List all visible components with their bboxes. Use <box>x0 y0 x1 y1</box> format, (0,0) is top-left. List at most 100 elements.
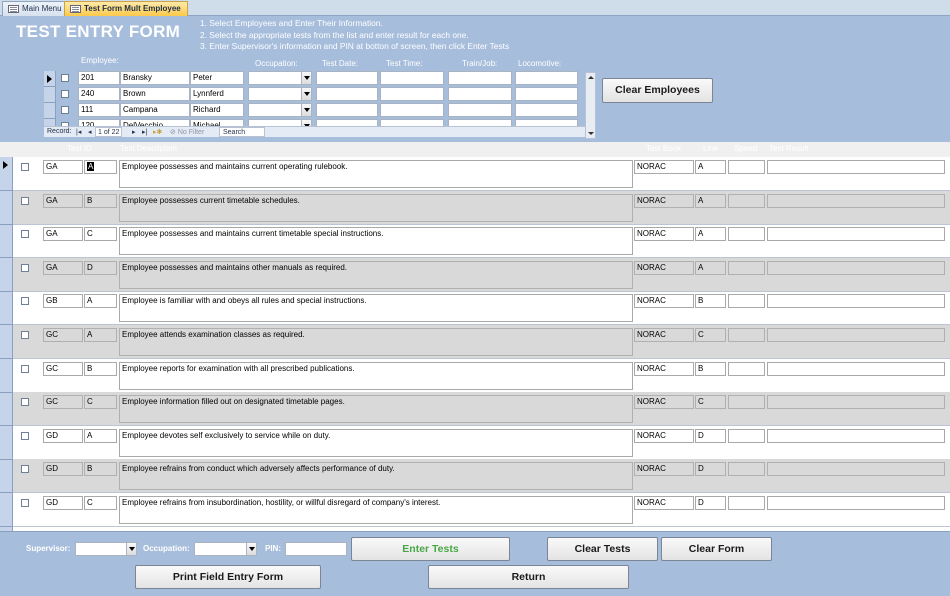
test-subid-field[interactable]: B <box>84 462 117 477</box>
line-field[interactable]: A <box>695 227 726 242</box>
test-description-field[interactable]: Employee information filled out on desig… <box>119 395 633 424</box>
test-id-field[interactable]: GB <box>43 294 83 309</box>
test-select-checkbox[interactable] <box>21 364 29 373</box>
scroll-up-arrow-icon[interactable] <box>586 73 595 82</box>
speed-field[interactable] <box>728 227 765 242</box>
speed-field[interactable] <box>728 361 765 376</box>
record-selector[interactable] <box>44 71 56 87</box>
employee-list-scrollbar[interactable] <box>585 72 596 139</box>
chevron-down-icon[interactable] <box>301 72 311 84</box>
test-select-checkbox[interactable] <box>21 263 29 272</box>
line-field[interactable]: B <box>695 361 726 376</box>
test-id-field[interactable]: GC <box>43 395 83 410</box>
test-subid-field[interactable]: A <box>84 328 117 342</box>
tab-test-form-mult-employee[interactable]: Test Form Mult Employee <box>64 1 188 16</box>
search-input[interactable]: Search <box>219 127 265 137</box>
test-result-field[interactable] <box>767 227 945 242</box>
chevron-down-icon[interactable] <box>126 543 136 555</box>
test-row[interactable]: GD B Employee refrains from conduct which … <box>0 459 950 494</box>
test-description-field[interactable]: Employee possesses and maintains current… <box>119 227 633 256</box>
locomotive-field[interactable] <box>515 87 578 101</box>
test-id-field[interactable]: GD <box>43 462 83 477</box>
record-selector[interactable] <box>44 103 56 119</box>
test-row[interactable]: GC C Employee information filled out on de… <box>0 392 950 427</box>
record-position-field[interactable]: 1 of 22 <box>95 127 123 137</box>
speed-field[interactable] <box>728 428 765 443</box>
chevron-down-icon[interactable] <box>246 543 256 555</box>
test-result-field[interactable] <box>767 496 945 510</box>
test-description-field[interactable]: Employee devotes self exclusively to ser… <box>119 428 633 457</box>
test-row[interactable]: GA B Employee possesses current timetable … <box>0 190 950 225</box>
test-description-field[interactable]: Employee refrains from insubordination, … <box>119 496 633 524</box>
test-row[interactable]: GD A Employee devotes self exclusively to … <box>0 426 950 460</box>
scroll-down-arrow-icon[interactable] <box>586 129 595 138</box>
test-date-field[interactable] <box>316 71 378 85</box>
first-record-icon[interactable]: |◂ <box>76 128 81 136</box>
new-record-icon[interactable]: ▸✱ <box>153 128 162 136</box>
test-result-field[interactable] <box>767 361 945 376</box>
test-subid-field[interactable]: C <box>84 395 117 410</box>
test-subid-field[interactable]: B <box>84 193 117 208</box>
employee-last-name-field[interactable]: Campana <box>120 103 190 117</box>
test-select-checkbox[interactable] <box>21 297 29 306</box>
employee-row[interactable]: 201 Bransky Peter <box>44 71 585 87</box>
locomotive-field[interactable] <box>515 103 578 117</box>
test-result-field[interactable] <box>767 428 945 443</box>
line-field[interactable]: D <box>695 462 726 477</box>
test-time-field[interactable] <box>380 71 444 85</box>
line-field[interactable]: C <box>695 328 726 342</box>
test-book-field[interactable]: NORAC <box>634 328 694 342</box>
line-field[interactable]: A <box>695 160 726 174</box>
test-book-field[interactable]: NORAC <box>634 193 694 208</box>
test-select-checkbox[interactable] <box>21 230 29 239</box>
chevron-down-icon[interactable] <box>301 104 311 116</box>
test-book-field[interactable]: NORAC <box>634 227 694 242</box>
test-id-field[interactable]: GC <box>43 328 83 342</box>
test-result-field[interactable] <box>767 328 945 342</box>
occupation-combo[interactable] <box>248 71 312 85</box>
line-field[interactable]: D <box>695 428 726 443</box>
employee-select-checkbox[interactable] <box>61 74 69 82</box>
speed-field[interactable] <box>728 328 765 342</box>
previous-record-icon[interactable]: ◂ <box>88 128 92 136</box>
supervisor-combo[interactable] <box>75 542 137 556</box>
test-row[interactable]: GA A Employee possesses and maintains curr… <box>0 157 950 191</box>
test-description-field[interactable]: Employee possesses current timetable sch… <box>119 193 633 222</box>
test-time-field[interactable] <box>380 103 444 117</box>
line-field[interactable]: C <box>695 395 726 410</box>
employee-id-field[interactable]: 111 <box>78 103 120 117</box>
test-select-checkbox[interactable] <box>21 465 29 474</box>
test-id-field[interactable]: GA <box>43 260 83 275</box>
next-record-icon[interactable]: ▸ <box>132 128 136 136</box>
test-book-field[interactable]: NORAC <box>634 294 694 309</box>
occupation-combo[interactable] <box>248 87 312 101</box>
test-subid-field[interactable]: A <box>84 428 117 443</box>
employee-id-field[interactable]: 240 <box>78 87 120 101</box>
test-time-field[interactable] <box>380 87 444 101</box>
employee-first-name-field[interactable]: Lynnferd <box>190 87 244 101</box>
employee-id-field[interactable]: 201 <box>78 71 120 85</box>
test-select-checkbox[interactable] <box>21 163 29 171</box>
test-result-field[interactable] <box>767 395 945 410</box>
test-book-field[interactable]: NORAC <box>634 395 694 410</box>
test-select-checkbox[interactable] <box>21 196 29 205</box>
no-filter-indicator[interactable]: ⊘ No Filter <box>170 128 204 136</box>
test-date-field[interactable] <box>316 87 378 101</box>
speed-field[interactable] <box>728 462 765 477</box>
print-field-entry-form-button[interactable]: Print Field Entry Form <box>135 565 321 589</box>
employee-last-name-field[interactable]: Bransky <box>120 71 190 85</box>
test-description-field[interactable]: Employee refrains from conduct which adv… <box>119 462 633 491</box>
employee-first-name-field[interactable]: Richard <box>190 103 244 117</box>
test-id-field[interactable]: GA <box>43 160 83 174</box>
test-description-field[interactable]: Employee reports for examination with al… <box>119 361 633 390</box>
test-result-field[interactable] <box>767 294 945 309</box>
employee-select-checkbox[interactable] <box>61 90 69 98</box>
test-select-checkbox[interactable] <box>21 398 29 407</box>
test-subid-field[interactable]: A <box>84 160 117 174</box>
test-id-field[interactable]: GA <box>43 193 83 208</box>
test-book-field[interactable]: NORAC <box>634 160 694 174</box>
clear-employees-button[interactable]: Clear Employees <box>602 78 713 103</box>
supervisor-occupation-combo[interactable] <box>194 542 257 556</box>
speed-field[interactable] <box>728 496 765 510</box>
test-row[interactable]: GC A Employee attends examination classes … <box>0 325 950 359</box>
